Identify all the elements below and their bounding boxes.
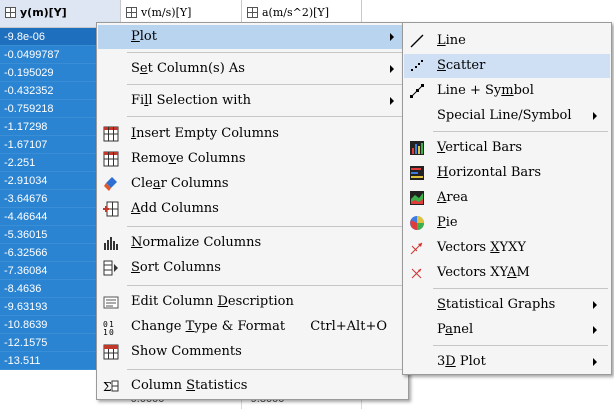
vertical-bars-icon bbox=[410, 141, 424, 155]
menu-item-set-column-s-as[interactable]: Set Column(s) As bbox=[98, 57, 407, 81]
statistics-icon: Σ bbox=[103, 380, 119, 394]
column-icon bbox=[247, 7, 258, 18]
plot-item-vectors-xyxy[interactable]: Vectors XYXY bbox=[404, 236, 610, 260]
scatter-plot-icon bbox=[411, 60, 423, 71]
menu-item-show-comments[interactable]: Show Comments bbox=[98, 340, 407, 364]
plot-item-statistical-graphs[interactable]: Statistical Graphs bbox=[404, 293, 610, 317]
menu-item-edit-column-description[interactable]: Edit Column Description bbox=[98, 290, 407, 314]
menu-item-label: Panel bbox=[437, 322, 474, 337]
plot-item-horizontal-bars[interactable]: Horizontal Bars bbox=[404, 161, 610, 185]
plot-item-line-symbol[interactable]: Line + Symbol bbox=[404, 79, 610, 103]
plot-item-3d-plot[interactable]: 3D Plot bbox=[404, 350, 610, 374]
menu-item-label: Add Columns bbox=[131, 201, 219, 216]
add-columns-icon bbox=[103, 201, 119, 217]
menu-item-column-statistics[interactable]: Σ Column Statistics bbox=[98, 374, 407, 398]
menu-item-label: Column Statistics bbox=[131, 378, 248, 393]
menu-separator bbox=[127, 226, 405, 227]
plot-item-area[interactable]: Area bbox=[404, 186, 610, 210]
vectors-xyxy-icon bbox=[410, 242, 423, 255]
plot-item-special-line-symbol[interactable]: Special Line/Symbol bbox=[404, 104, 610, 128]
plot-item-line[interactable]: Line bbox=[404, 29, 610, 53]
menu-item-clear-columns[interactable]: Clear Columns bbox=[98, 172, 407, 196]
menu-item-label: Change Type & Format bbox=[131, 319, 286, 334]
svg-text:1: 1 bbox=[103, 328, 108, 335]
column-icon bbox=[5, 7, 16, 18]
sort-icon bbox=[103, 260, 118, 276]
menu-item-label: Special Line/Symbol bbox=[437, 108, 572, 123]
submenu-arrow-icon bbox=[593, 112, 597, 120]
menu-item-label: Set Column(s) As bbox=[131, 61, 245, 76]
menu-item-change-type-format[interactable]: 0 1 1 0 Change Type & Format Ctrl+Alt+O bbox=[98, 315, 407, 339]
vectors-xyam-icon bbox=[411, 268, 422, 279]
area-plot-icon bbox=[410, 191, 424, 205]
remove-columns-icon bbox=[103, 151, 119, 167]
menu-item-label: Area bbox=[437, 190, 469, 205]
column-icon bbox=[126, 7, 137, 18]
menu-item-plot[interactable]: Plot bbox=[98, 25, 407, 49]
menu-item-fill-selection-with[interactable]: Fill Selection with bbox=[98, 89, 407, 113]
menu-separator bbox=[127, 285, 405, 286]
menu-item-label: 3D Plot bbox=[437, 354, 486, 369]
menu-separator bbox=[127, 369, 405, 370]
menu-item-label: Scatter bbox=[437, 58, 486, 73]
change-type-icon: 0 11 0 bbox=[103, 320, 114, 335]
menu-separator bbox=[127, 116, 405, 117]
menu-item-label: Fill Selection with bbox=[131, 93, 251, 108]
menu-item-label: Vertical Bars bbox=[437, 140, 523, 155]
submenu-arrow-icon bbox=[593, 326, 597, 334]
menu-item-label: Line + Symbol bbox=[437, 83, 534, 98]
show-comments-icon bbox=[103, 344, 119, 360]
menu-separator bbox=[127, 84, 405, 85]
menu-item-sort-columns[interactable]: Sort Columns bbox=[98, 256, 407, 280]
submenu-arrow-icon bbox=[593, 358, 597, 366]
menu-item-label: Show Comments bbox=[131, 344, 242, 359]
plot-item-vertical-bars[interactable]: Vertical Bars bbox=[404, 136, 610, 160]
plot-submenu: Line Scatter Line + Symbol Special Line/Sym… bbox=[402, 22, 612, 375]
column-context-menu: Plot Set Column(s) As Fill Selection with I… bbox=[96, 22, 409, 400]
horizontal-bars-icon bbox=[410, 166, 424, 180]
menu-item-label: Insert Empty Columns bbox=[131, 126, 279, 141]
plot-item-vectors-xyam[interactable]: Vectors XYAM bbox=[404, 261, 610, 285]
plot-item-scatter[interactable]: Scatter bbox=[404, 54, 610, 78]
pie-chart-icon bbox=[410, 216, 424, 230]
menu-item-label: Horizontal Bars bbox=[437, 165, 542, 180]
menu-item-label: Pie bbox=[437, 215, 458, 230]
menu-item-label: Vectors XYXY bbox=[437, 240, 526, 255]
normalize-icon bbox=[104, 237, 118, 250]
shortcut-label: Ctrl+Alt+O bbox=[310, 319, 387, 334]
menu-item-insert-empty-columns[interactable]: Insert Empty Columns bbox=[98, 122, 407, 146]
menu-item-label: Sort Columns bbox=[131, 260, 221, 275]
submenu-arrow-icon bbox=[593, 301, 597, 309]
menu-item-add-columns[interactable]: Add Columns bbox=[98, 197, 407, 221]
line-symbol-icon bbox=[410, 84, 424, 98]
insert-columns-icon bbox=[103, 126, 119, 142]
svg-text:0: 0 bbox=[109, 328, 114, 335]
menu-item-label: Remove Columns bbox=[131, 151, 246, 166]
menu-item-label: Clear Columns bbox=[131, 176, 229, 191]
menu-item-label: Plot bbox=[131, 29, 157, 44]
menu-item-normalize-columns[interactable]: Normalize Columns bbox=[98, 231, 407, 255]
menu-item-label: Normalize Columns bbox=[131, 235, 262, 250]
submenu-arrow-icon bbox=[390, 97, 394, 105]
menu-item-label: Edit Column Description bbox=[131, 294, 294, 309]
menu-separator bbox=[433, 345, 608, 346]
submenu-arrow-icon bbox=[390, 33, 394, 41]
menu-separator bbox=[433, 288, 608, 289]
plot-item-pie[interactable]: Pie bbox=[404, 211, 610, 235]
menu-item-label: Statistical Graphs bbox=[437, 297, 556, 312]
menu-item-label: Line bbox=[437, 33, 466, 48]
menu-separator bbox=[127, 52, 405, 53]
menu-separator bbox=[433, 131, 608, 132]
svg-text:Σ: Σ bbox=[103, 380, 111, 394]
submenu-arrow-icon bbox=[390, 65, 394, 73]
line-plot-icon bbox=[410, 34, 424, 48]
plot-item-panel[interactable]: Panel bbox=[404, 318, 610, 342]
menu-item-label: Vectors XYAM bbox=[437, 265, 530, 280]
menu-item-remove-columns[interactable]: Remove Columns bbox=[98, 147, 407, 171]
clear-columns-icon bbox=[104, 177, 117, 191]
edit-description-icon bbox=[103, 296, 119, 309]
